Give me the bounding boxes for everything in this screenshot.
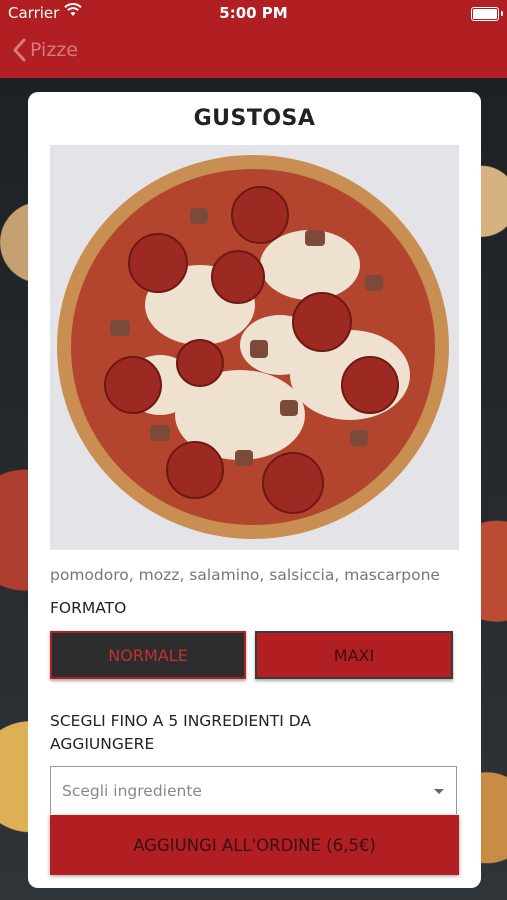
format-label: FORMATO	[50, 599, 127, 617]
status-bar: Carrier 5:00 PM	[0, 0, 507, 28]
ingredient-select[interactable]: Scegli ingrediente	[50, 766, 457, 814]
ingredients-description: pomodoro, mozz, salamino, salsiccia, mas…	[50, 566, 440, 584]
clock: 5:00 PM	[219, 4, 288, 22]
add-to-order-button[interactable]: AGGIUNGI ALL'ORDINE (6,5€)	[50, 815, 459, 875]
back-label: Pizze	[30, 39, 78, 61]
battery-icon	[471, 7, 503, 21]
format-maxi-button[interactable]: MAXI	[255, 631, 453, 679]
back-button[interactable]: Pizze	[12, 38, 78, 62]
product-title: GUSTOSA	[193, 106, 316, 131]
ingredient-select-placeholder: Scegli ingrediente	[62, 782, 202, 800]
extras-label: SCEGLI FINO A 5 INGREDIENTI DA AGGIUNGER…	[50, 712, 311, 753]
product-card: GUSTOSA pomodoro, mozz, salamino, salsic…	[28, 92, 481, 888]
navigation-bar: Pizze	[0, 28, 507, 78]
dropdown-caret-icon	[434, 789, 444, 794]
format-normale-button[interactable]: NORMALE	[50, 631, 246, 679]
chevron-left-icon	[13, 38, 26, 62]
pizza-photo	[50, 145, 459, 550]
